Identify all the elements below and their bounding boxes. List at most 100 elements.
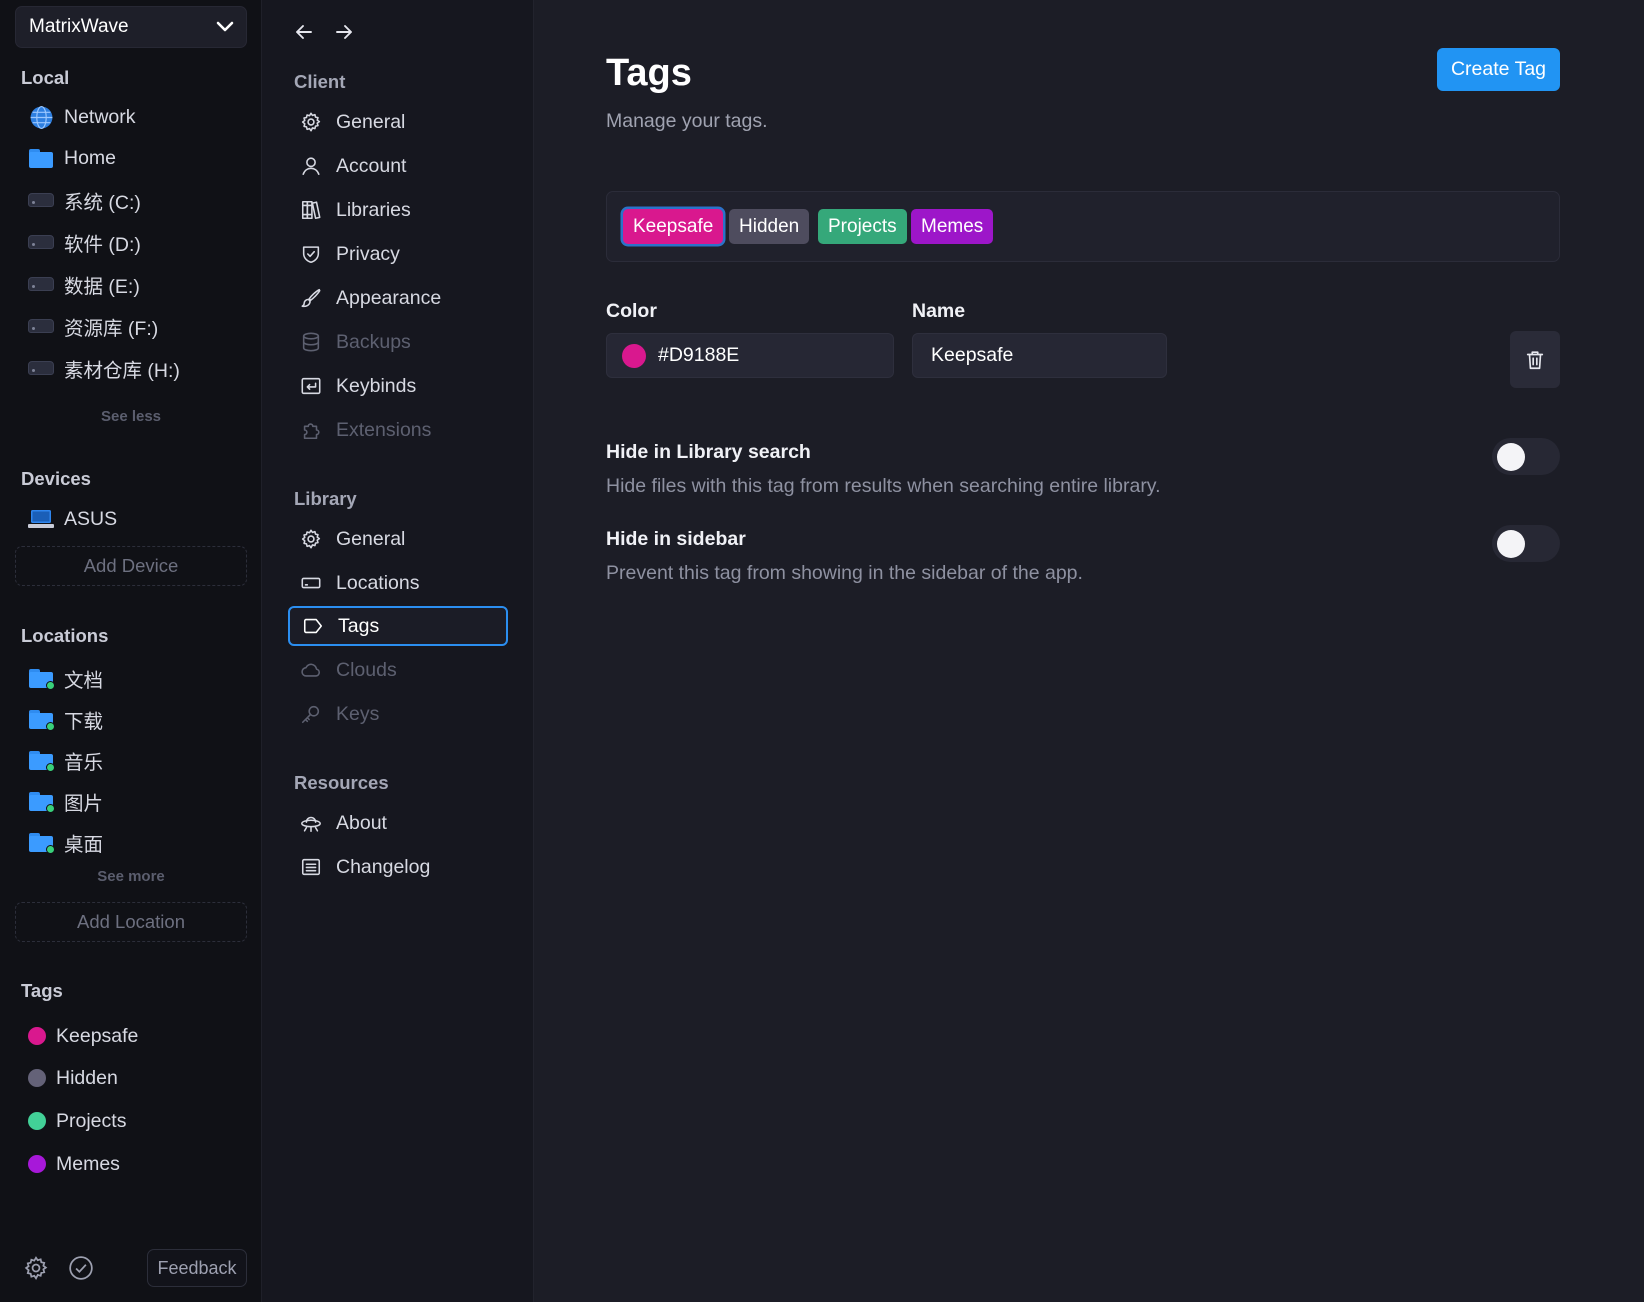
add-location-button[interactable]: Add Location (15, 902, 247, 942)
sidebar-tag-memes[interactable]: Memes (28, 1147, 120, 1181)
sidebar-item-drive-c[interactable]: 系统 (C:) (28, 183, 141, 217)
locations-heading: Locations (21, 625, 109, 646)
sidebar-tag-hidden[interactable]: Hidden (28, 1061, 118, 1095)
option-description: Hide files with this tag from results wh… (606, 475, 1161, 497)
library-name: MatrixWave (29, 16, 129, 37)
paintbrush-icon (301, 288, 321, 308)
option-title: Hide in Library search (606, 441, 811, 463)
forward-arrow-icon[interactable] (334, 22, 354, 48)
see-less-toggle[interactable]: See less (0, 408, 262, 425)
drive-icon (28, 356, 54, 380)
sidebar-item-label: 图片 (64, 792, 104, 815)
nav-library-keys[interactable]: Keys (288, 694, 508, 734)
drive-icon (28, 272, 54, 296)
sidebar-item-drive-f[interactable]: 资源库 (F:) (28, 309, 158, 343)
tags-heading: Tags (21, 980, 63, 1001)
sidebar-tag-label: Hidden (56, 1066, 118, 1089)
tag-color-dot (28, 1027, 46, 1045)
sidebar-item-label: Network (64, 105, 136, 128)
color-swatch[interactable] (622, 343, 646, 368)
nav-client-general[interactable]: General (288, 102, 508, 142)
nav-client-libraries[interactable]: Libraries (288, 190, 508, 230)
page-title: Tags (606, 52, 692, 94)
sidebar-item-label: 系统 (C:) (64, 191, 141, 214)
nav-item-label: Account (336, 154, 407, 177)
name-input[interactable]: Keepsafe (912, 333, 1167, 378)
nav-library-clouds[interactable]: Clouds (288, 650, 508, 690)
article-icon (301, 858, 321, 876)
toggle-knob (1497, 443, 1525, 471)
tag-chip-hidden[interactable]: Hidden (729, 209, 810, 244)
sidebar-item-label: Home (64, 146, 117, 169)
keyboard-return-icon (301, 377, 321, 395)
color-value: #D9188E (658, 344, 740, 366)
option-title: Hide in sidebar (606, 528, 746, 550)
shield-check-icon (302, 246, 320, 264)
tag-color-dot (28, 1069, 46, 1087)
sidebar-tag-label: Memes (56, 1152, 120, 1175)
settings-nav: Client General Account Libraries Privacy… (262, 0, 534, 1302)
nav-resources-about[interactable]: About (288, 803, 508, 843)
folder-icon (28, 789, 55, 813)
create-tag-button[interactable]: Create Tag (1437, 48, 1560, 91)
tag-chip-keepsafe[interactable]: Keepsafe (623, 209, 724, 244)
sidebar-item-location[interactable]: 音乐 (28, 743, 103, 777)
sidebar-item-label: 软件 (D:) (64, 233, 141, 256)
nav-item-label: Keybinds (336, 374, 417, 397)
nav-client-privacy[interactable]: Privacy (288, 234, 508, 274)
hard-drive-icon (301, 577, 321, 589)
key-icon (301, 705, 320, 724)
sidebar-item-location[interactable]: 文档 (28, 661, 103, 695)
toggle-knob (1497, 530, 1525, 558)
sidebar-item-device-asus[interactable]: ASUS (28, 502, 117, 536)
sidebar-item-location[interactable]: 桌面 (28, 825, 103, 859)
sidebar-item-drive-e[interactable]: 数据 (E:) (28, 267, 140, 301)
sidebar-item-home[interactable]: Home (28, 141, 116, 175)
sidebar-item-location[interactable]: 下载 (28, 702, 103, 736)
hide-in-library-search-toggle[interactable] (1492, 438, 1560, 475)
nav-client-keybinds[interactable]: Keybinds (288, 366, 508, 406)
color-field[interactable]: #D9188E (606, 333, 894, 378)
nav-client-backups[interactable]: Backups (288, 322, 508, 362)
sidebar-item-location[interactable]: 图片 (28, 784, 103, 818)
sidebar-tag-projects[interactable]: Projects (28, 1104, 126, 1138)
nav-library-general[interactable]: General (288, 519, 508, 559)
name-label: Name (912, 300, 966, 322)
hide-in-sidebar-toggle[interactable] (1492, 525, 1560, 562)
tag-chip-projects[interactable]: Projects (818, 209, 907, 244)
laptop-icon (28, 507, 54, 531)
gear-icon[interactable] (23, 1255, 49, 1281)
feedback-button[interactable]: Feedback (147, 1249, 247, 1287)
user-icon (302, 157, 320, 176)
library-heading: Library (294, 488, 357, 509)
nav-library-tags[interactable]: Tags (288, 606, 508, 646)
back-arrow-icon[interactable] (294, 22, 314, 48)
nav-library-locations[interactable]: Locations (288, 563, 508, 603)
check-circle-icon[interactable] (68, 1255, 94, 1281)
sidebar-item-label: 桌面 (64, 833, 104, 856)
see-more-toggle[interactable]: See more (0, 868, 262, 885)
name-value: Keepsafe (931, 344, 1014, 366)
sidebar-tag-keepsafe[interactable]: Keepsafe (28, 1019, 138, 1053)
library-switcher[interactable]: MatrixWave (15, 6, 247, 48)
nav-client-account[interactable]: Account (288, 146, 508, 186)
sidebar-item-drive-h[interactable]: 素材仓库 (H:) (28, 351, 180, 385)
delete-tag-button[interactable] (1510, 331, 1560, 388)
tag-chip-memes[interactable]: Memes (911, 209, 994, 244)
nav-item-label: Extensions (336, 418, 432, 441)
tag-list: Keepsafe Hidden Projects Memes (606, 191, 1560, 262)
sidebar-item-drive-d[interactable]: 软件 (D:) (28, 225, 141, 259)
sidebar-item-label: 资源库 (F:) (64, 317, 159, 340)
nav-client-extensions[interactable]: Extensions (288, 410, 508, 450)
home-folder-icon (28, 146, 54, 170)
gear-icon (301, 529, 321, 549)
add-device-button[interactable]: Add Device (15, 546, 247, 586)
devices-heading: Devices (21, 468, 91, 489)
nav-resources-changelog[interactable]: Changelog (288, 847, 508, 887)
sidebar-item-label: 音乐 (64, 751, 104, 774)
database-icon (302, 332, 320, 352)
chevron-down-icon (216, 21, 234, 32)
sidebar-item-network[interactable]: Network (28, 100, 136, 134)
nav-client-appearance[interactable]: Appearance (288, 278, 508, 318)
nav-item-label: Libraries (336, 198, 411, 221)
